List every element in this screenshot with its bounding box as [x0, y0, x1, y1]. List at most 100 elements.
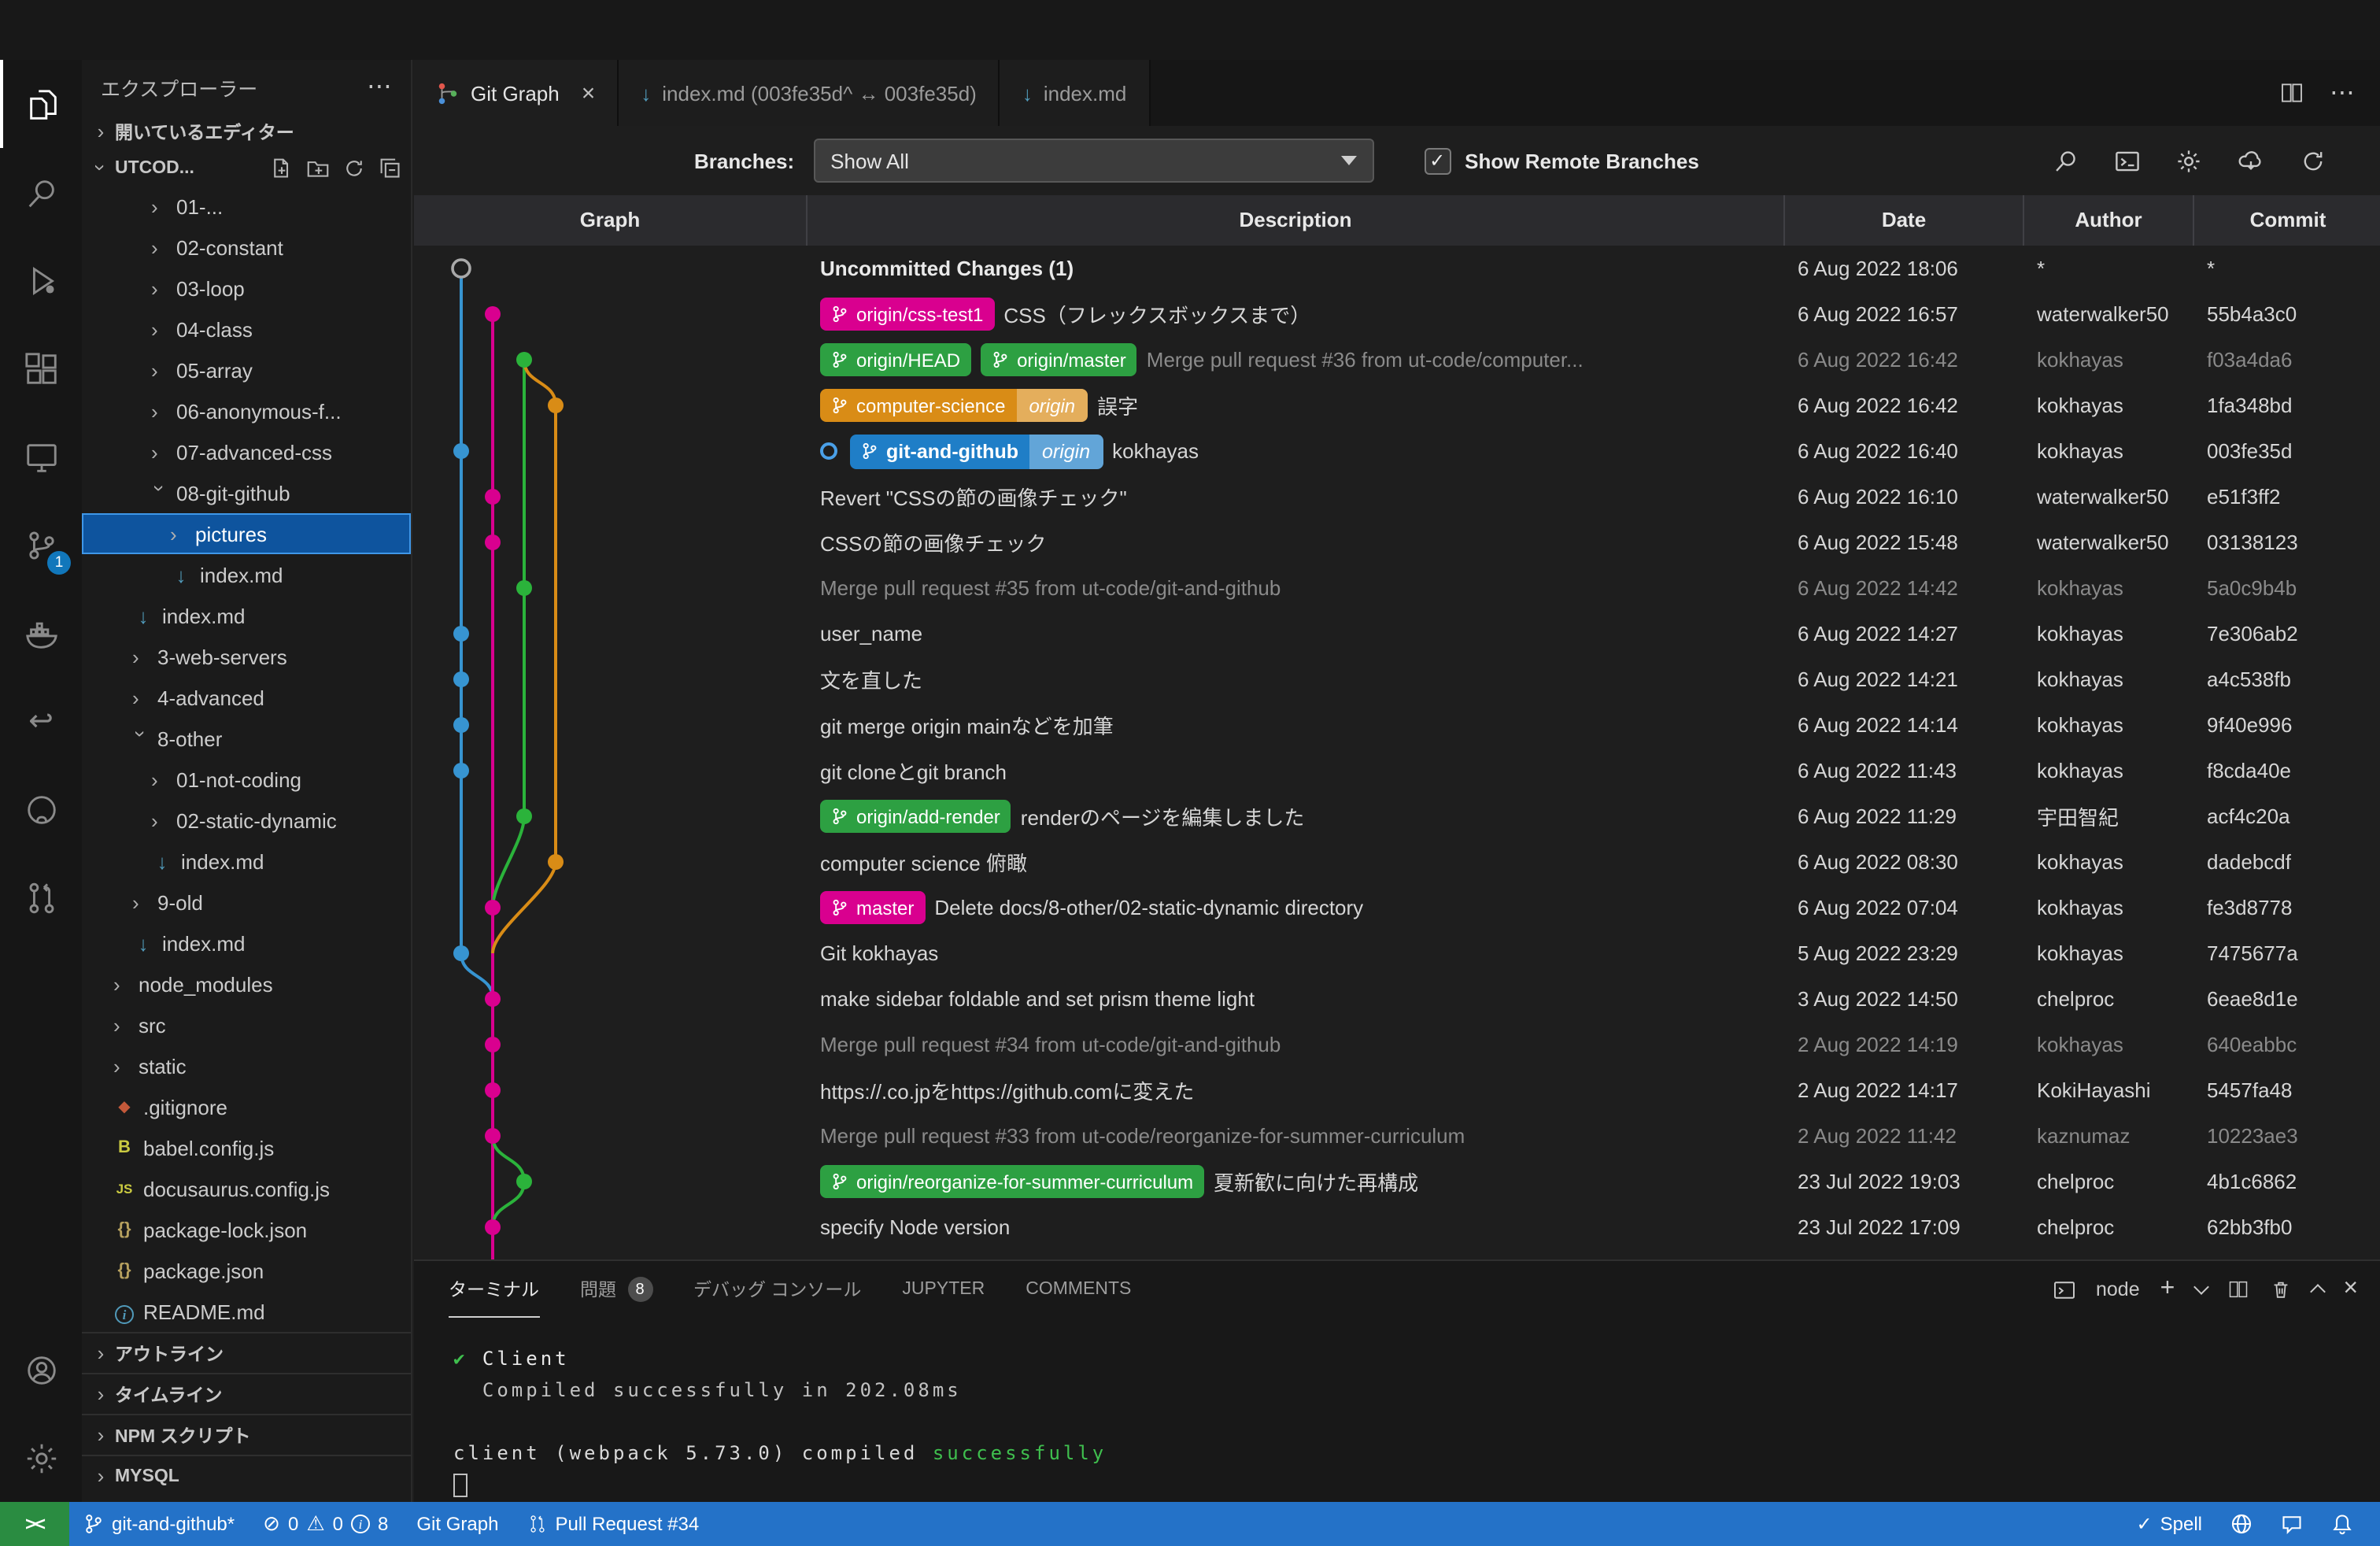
panel-tab[interactable]: ターミナル: [449, 1261, 539, 1318]
commit-row[interactable]: make sidebar foldable and set prism them…: [414, 976, 2380, 1022]
branches-select[interactable]: Show All: [813, 139, 1373, 183]
search-icon[interactable]: [2053, 147, 2079, 174]
sidebar-section[interactable]: ›タイムライン: [82, 1373, 411, 1414]
branch-label[interactable]: computer-scienceorigin: [820, 389, 1088, 422]
terminal-output[interactable]: ✔ Client Compiled successfully in 202.08…: [414, 1318, 2380, 1500]
tree-item[interactable]: ›05-array: [82, 350, 411, 390]
open-editors-section[interactable]: › 開いているエディター: [82, 113, 411, 150]
commit-row[interactable]: computer-scienceorigin誤字6 Aug 2022 16:42…: [414, 383, 2380, 428]
feedback-status[interactable]: [2267, 1502, 2317, 1546]
sidebar-section[interactable]: ›MYSQL: [82, 1455, 411, 1496]
commit-row[interactable]: user_name6 Aug 2022 14:27kokhayas7e306ab…: [414, 611, 2380, 656]
shell-label[interactable]: node: [2096, 1278, 2140, 1300]
tree-item[interactable]: ›node_modules: [82, 963, 411, 1004]
notifications-status[interactable]: [2317, 1502, 2367, 1546]
docker-activity-icon[interactable]: [0, 589, 82, 677]
commit-row[interactable]: origin/add-renderrenderのページを編集しました6 Aug …: [414, 793, 2380, 839]
column-header-date[interactable]: Date: [1785, 195, 2024, 246]
refresh-icon[interactable]: [2300, 147, 2326, 174]
commit-row[interactable]: 文を直した6 Aug 2022 14:21kokhayasa4c538fb: [414, 656, 2380, 702]
tree-item[interactable]: ◆.gitignore: [82, 1086, 411, 1127]
commit-row[interactable]: git cloneとgit branch6 Aug 2022 11:43kokh…: [414, 748, 2380, 793]
language-status[interactable]: [2216, 1502, 2267, 1546]
tree-item[interactable]: ›08-git-github: [82, 472, 411, 513]
editor-more-actions-icon[interactable]: ⋯: [2330, 77, 2355, 109]
github-activity-icon[interactable]: [0, 765, 82, 853]
settings-icon[interactable]: [2175, 147, 2202, 174]
new-file-icon[interactable]: [271, 157, 293, 179]
commit-row[interactable]: git-and-githuboriginkokhayas6 Aug 2022 1…: [414, 428, 2380, 474]
branch-label[interactable]: master: [820, 891, 925, 924]
remote-indicator[interactable]: ><: [0, 1502, 69, 1546]
branch-label[interactable]: git-and-githuborigin: [850, 434, 1103, 468]
editor-tab[interactable]: ↓index.md (003fe35d^ ↔ 003fe35d): [619, 60, 1000, 126]
commit-row[interactable]: CSSの節の画像チェック6 Aug 2022 15:48waterwalker5…: [414, 520, 2380, 565]
tree-item[interactable]: ›pictures: [82, 513, 411, 554]
split-terminal-icon[interactable]: [2227, 1278, 2249, 1300]
commit-row[interactable]: Merge pull request #34 from ut-code/git-…: [414, 1022, 2380, 1067]
run-debug-activity-icon[interactable]: [0, 236, 82, 324]
tree-item[interactable]: {}package-lock.json: [82, 1209, 411, 1250]
commit-row[interactable]: masterDelete docs/8-other/02-static-dyna…: [414, 885, 2380, 930]
column-header-commit[interactable]: Commit: [2194, 195, 2380, 246]
git-graph-status[interactable]: Git Graph: [402, 1502, 512, 1546]
tree-item[interactable]: ›02-static-dynamic: [82, 800, 411, 841]
commit-row[interactable]: origin/HEADorigin/masterMerge pull reque…: [414, 337, 2380, 383]
close-panel-icon[interactable]: ×: [2343, 1275, 2358, 1304]
account-icon[interactable]: [0, 1326, 82, 1414]
sidebar-section[interactable]: ›NPM スクリプト: [82, 1414, 411, 1455]
tree-item[interactable]: ›01-...: [82, 186, 411, 227]
tree-item[interactable]: JSdocusaurus.config.js: [82, 1168, 411, 1209]
commit-row[interactable]: computer science 俯瞰6 Aug 2022 08:30kokha…: [414, 839, 2380, 885]
trash-icon[interactable]: [2269, 1278, 2291, 1300]
column-header-description[interactable]: Description: [808, 195, 1785, 246]
panel-tab[interactable]: COMMENTS: [1026, 1261, 1131, 1318]
branch-label[interactable]: origin/css-test1: [820, 298, 994, 331]
commit-row[interactable]: origin/css-test1CSS（フレックスボックスまで）6 Aug 20…: [414, 291, 2380, 337]
commit-row[interactable]: specify Node version23 Jul 2022 17:09che…: [414, 1204, 2380, 1250]
tree-item[interactable]: iREADME.md: [82, 1291, 411, 1332]
pull-request-status[interactable]: Pull Request #34: [512, 1502, 713, 1546]
editor-tab[interactable]: Git Graph×: [414, 60, 619, 126]
split-editor-icon[interactable]: [2279, 80, 2304, 105]
fetch-icon[interactable]: [2237, 147, 2265, 174]
panel-tab[interactable]: JUPYTER: [902, 1261, 985, 1318]
commit-row[interactable]: origin/reorganize-for-summer-curriculum夏…: [414, 1159, 2380, 1204]
branch-label[interactable]: origin/HEAD: [820, 343, 971, 376]
tree-item[interactable]: ↓index.md: [82, 841, 411, 882]
close-tab-icon[interactable]: ×: [582, 80, 596, 106]
sidebar-section[interactable]: ›アウトライン: [82, 1332, 411, 1373]
commit-row[interactable]: Merge pull request #35 from ut-code/git-…: [414, 565, 2380, 611]
commit-row[interactable]: Git kokhayas5 Aug 2022 23:29kokhayas7475…: [414, 930, 2380, 976]
tree-item[interactable]: ↓index.md: [82, 554, 411, 595]
panel-tab[interactable]: 問題8: [580, 1261, 652, 1318]
tree-item[interactable]: ›06-anonymous-f...: [82, 390, 411, 431]
panel-tab[interactable]: デバッグ コンソール: [693, 1261, 861, 1318]
tree-item[interactable]: ↓index.md: [82, 595, 411, 636]
tree-item[interactable]: ›8-other: [82, 718, 411, 759]
back-arrow-activity-icon[interactable]: ↩: [0, 677, 82, 765]
tree-item[interactable]: ›4-advanced: [82, 677, 411, 718]
collapse-all-icon[interactable]: [379, 157, 401, 179]
tree-item[interactable]: ›03-loop: [82, 268, 411, 309]
column-header-graph[interactable]: Graph: [414, 195, 808, 246]
branch-label[interactable]: origin/reorganize-for-summer-curriculum: [820, 1165, 1204, 1198]
explorer-activity-icon[interactable]: [0, 60, 82, 148]
show-remote-branches-label[interactable]: Show Remote Branches: [1465, 149, 1699, 172]
tree-item[interactable]: ›3-web-servers: [82, 636, 411, 677]
branch-status[interactable]: git-and-github*: [69, 1502, 249, 1546]
tree-item[interactable]: ›07-advanced-css: [82, 431, 411, 472]
pull-request-activity-icon[interactable]: [0, 853, 82, 941]
column-header-author[interactable]: Author: [2024, 195, 2194, 246]
tree-item[interactable]: Bbabel.config.js: [82, 1127, 411, 1168]
editor-tab[interactable]: ↓index.md: [1000, 60, 1151, 126]
terminal-icon[interactable]: [2114, 147, 2141, 174]
commit-row[interactable]: Merge pull request #33 from ut-code/reor…: [414, 1113, 2380, 1159]
commit-row[interactable]: git merge origin mainなどを加筆6 Aug 2022 14:…: [414, 702, 2380, 748]
tree-item[interactable]: ›static: [82, 1045, 411, 1086]
settings-gear-icon[interactable]: [0, 1414, 82, 1502]
branch-label[interactable]: origin/master: [981, 343, 1137, 376]
commit-row[interactable]: https://.co.jpをhttps://github.comに変えた2 A…: [414, 1067, 2380, 1113]
workspace-section[interactable]: › UTCOD...: [82, 150, 411, 186]
tree-item[interactable]: ›src: [82, 1004, 411, 1045]
